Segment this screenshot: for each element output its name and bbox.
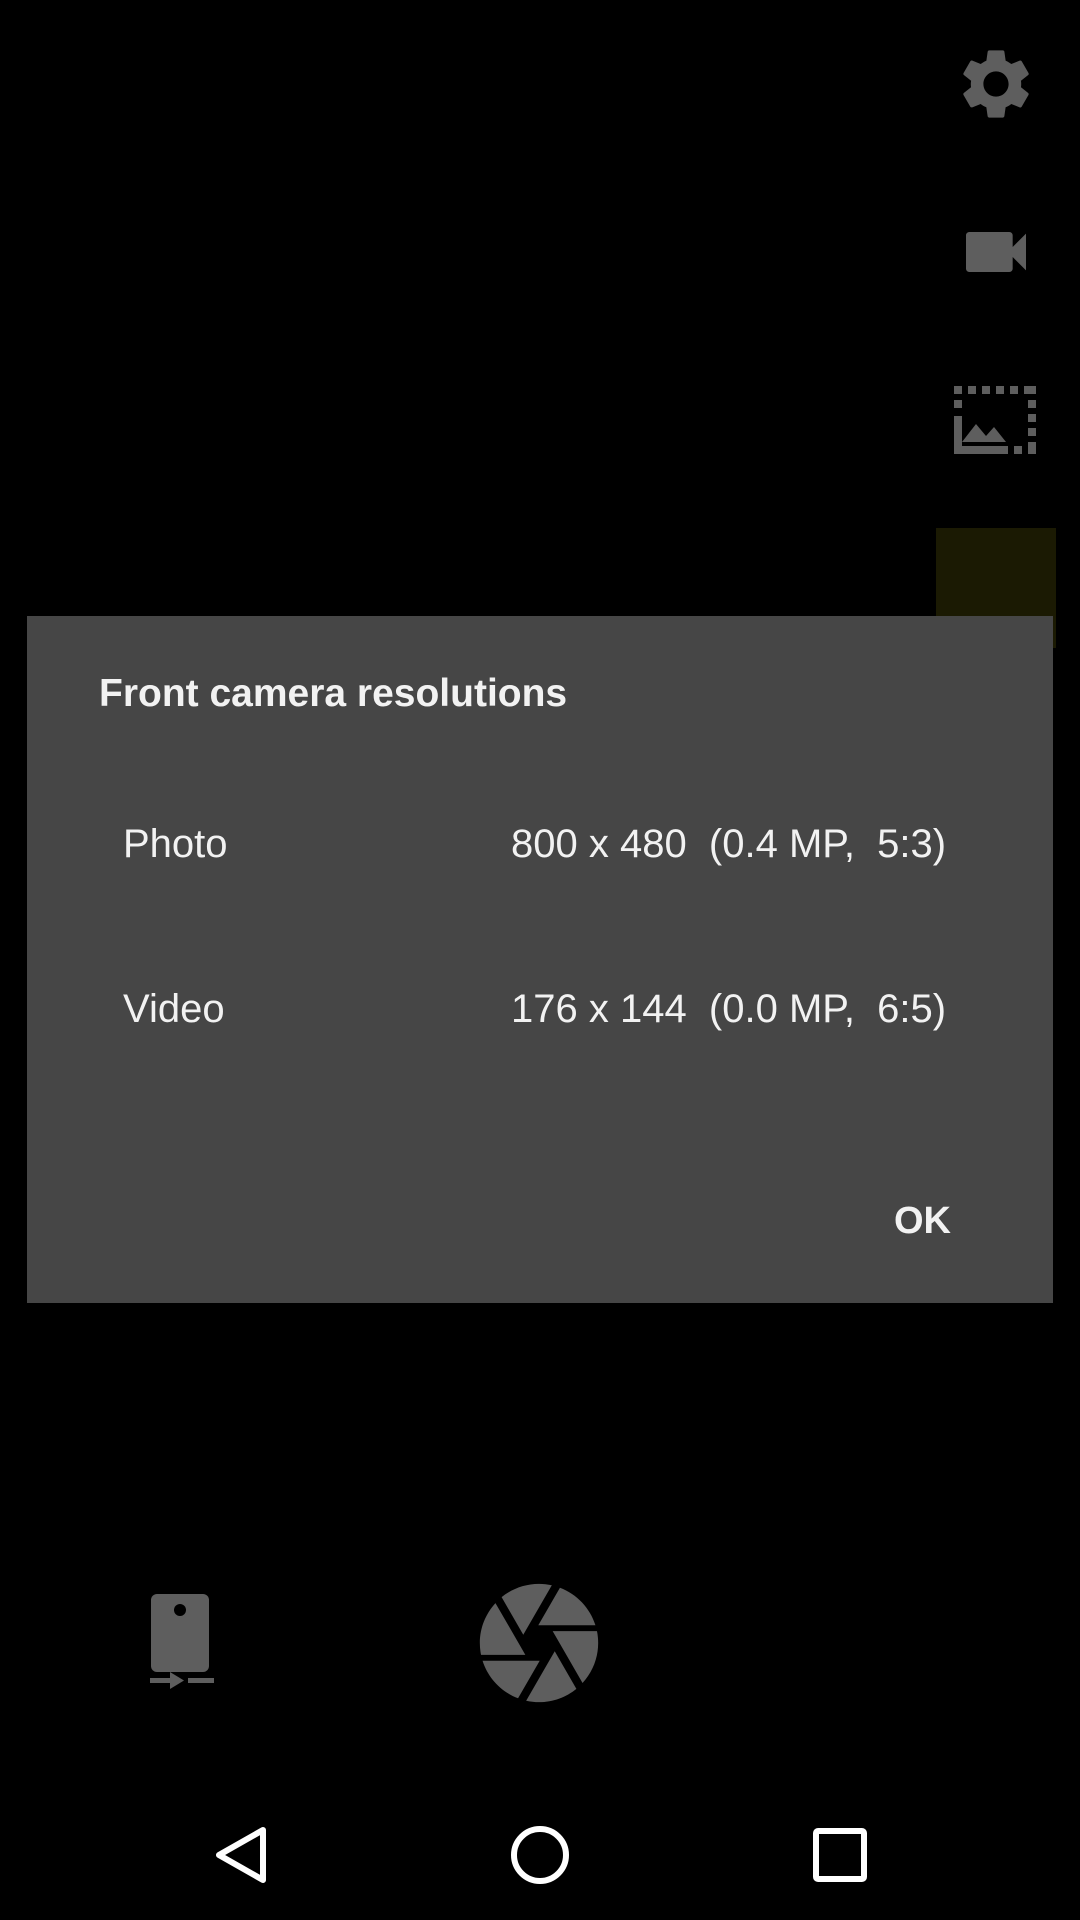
nav-back-button[interactable]: [196, 1810, 286, 1900]
back-icon: [216, 1827, 266, 1883]
resolution-button[interactable]: [950, 374, 1042, 466]
gear-icon: [963, 50, 1029, 118]
home-icon: [511, 1826, 569, 1884]
settings-button[interactable]: [950, 38, 1042, 130]
switch-camera-button[interactable]: [140, 1590, 220, 1694]
photo-resolution-value: 800 x 480 (0.4 MP, 5:3): [511, 822, 947, 866]
switch-camera-icon: [150, 1594, 214, 1689]
video-resolution-value: 176 x 144 (0.0 MP, 6:5): [511, 987, 947, 1031]
video-mode-button[interactable]: [950, 206, 1042, 298]
nav-home-button[interactable]: [495, 1810, 585, 1900]
photo-resolution-icon: [954, 386, 1036, 454]
dialog-title: Front camera resolutions: [99, 672, 568, 715]
nav-recents-button[interactable]: [795, 1810, 885, 1900]
photo-label: Photo: [123, 822, 228, 866]
ok-button[interactable]: OK: [884, 1194, 961, 1249]
resolutions-dialog: Front camera resolutions Photo 800 x 480…: [27, 616, 1053, 1303]
shutter-icon: [479, 1583, 599, 1703]
recents-icon: [813, 1828, 867, 1882]
videocam-icon: [966, 232, 1026, 272]
shutter-button[interactable]: [468, 1572, 610, 1714]
navigation-bar: [0, 1780, 1080, 1920]
video-label: Video: [123, 987, 225, 1031]
